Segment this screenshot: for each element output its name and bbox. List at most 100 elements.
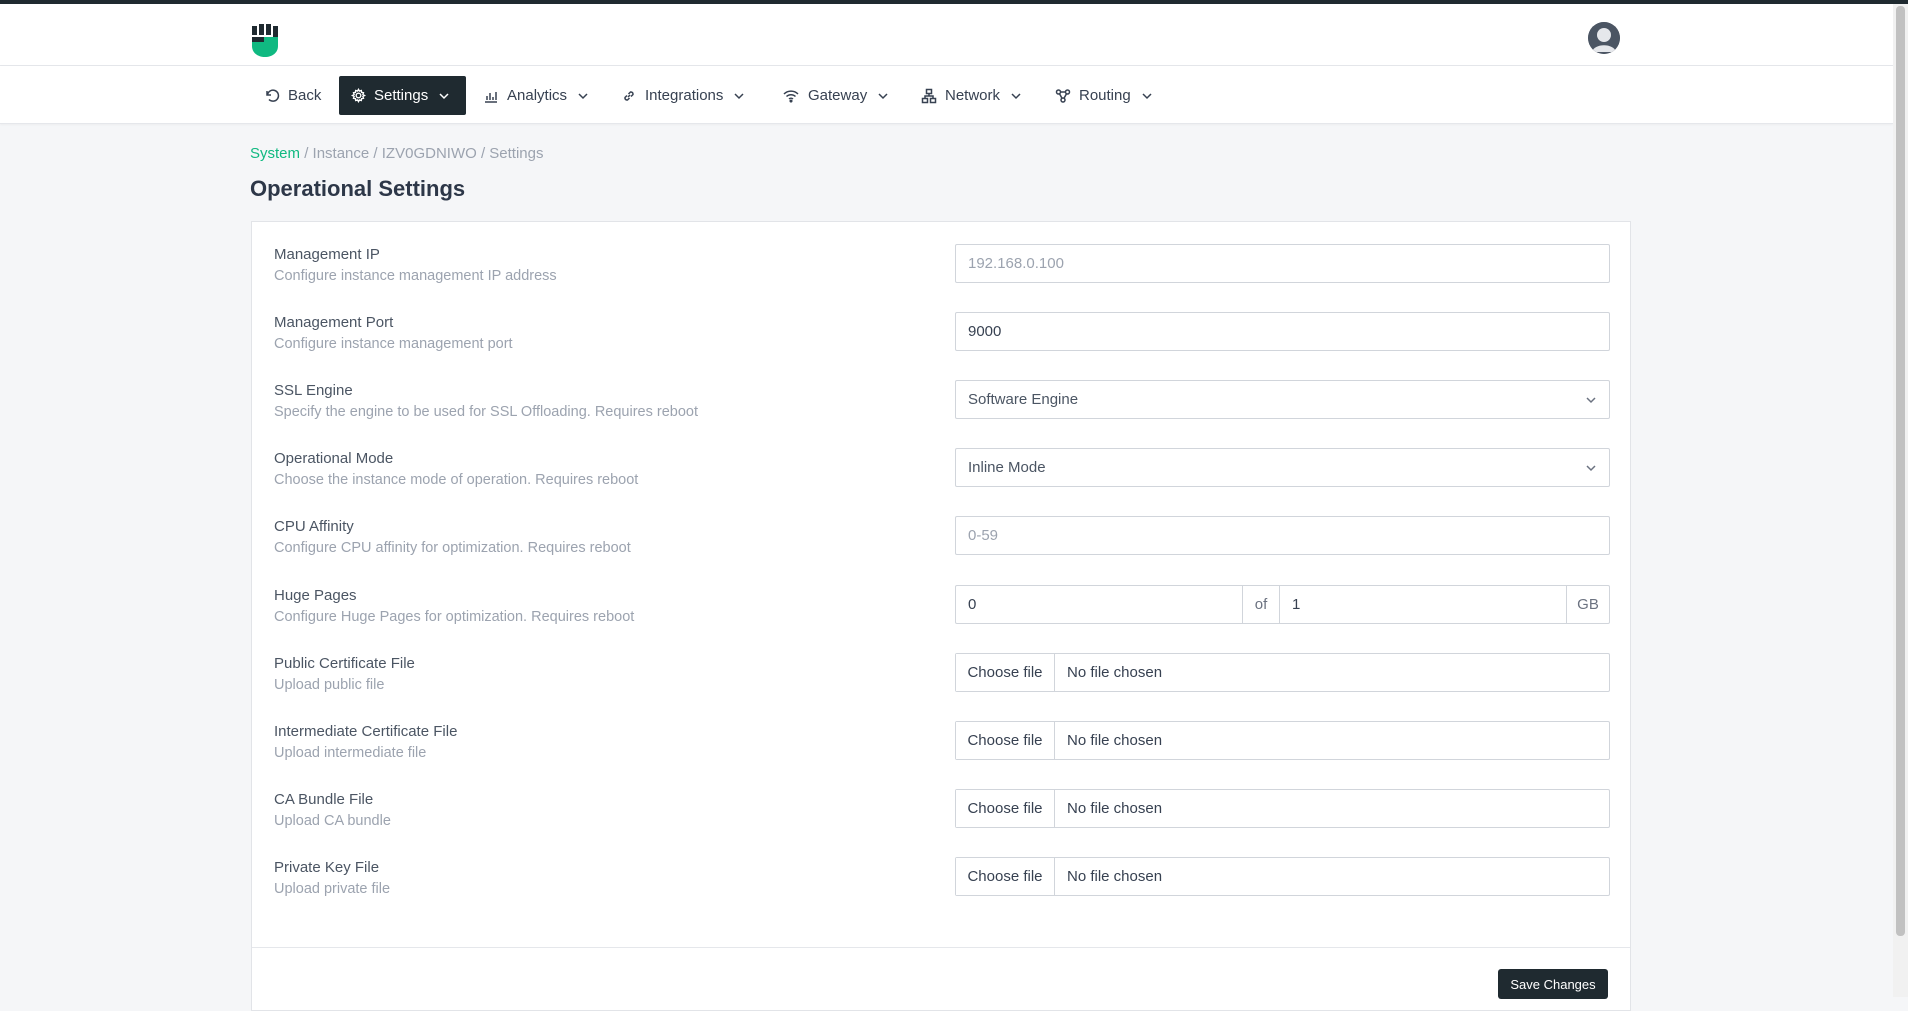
page-scrollbar[interactable] (1893, 4, 1908, 997)
huge-pages-total-input[interactable] (1280, 586, 1566, 623)
row-intermediate-cert: Intermediate Certificate File Upload int… (274, 721, 1610, 777)
save-changes-button[interactable]: Save Changes (1498, 969, 1608, 999)
nav-routing-label: Routing (1079, 87, 1131, 104)
chevron-down-icon (734, 92, 744, 99)
ssl-engine-select[interactable]: Software Engine (955, 380, 1610, 419)
ca-bundle-label: CA Bundle File (274, 791, 374, 808)
intermediate-cert-status: No file chosen (1067, 732, 1163, 749)
ca-bundle-desc: Upload CA bundle (274, 813, 391, 829)
intermediate-cert-choose-button[interactable]: Choose file (956, 722, 1055, 759)
huge-pages-of: of (1243, 586, 1280, 623)
operational-mode-desc: Choose the instance mode of operation. R… (274, 472, 639, 488)
link-icon (624, 90, 634, 101)
nav-integrations[interactable]: Integrations (609, 76, 757, 115)
huge-pages-desc: Configure Huge Pages for optimization. R… (274, 609, 635, 625)
intermediate-cert-desc: Upload intermediate file (274, 745, 427, 761)
chevron-down-icon (578, 92, 588, 99)
nav-integrations-label: Integrations (645, 87, 724, 104)
cpu-affinity-label: CPU Affinity (274, 518, 354, 535)
public-cert-label: Public Certificate File (274, 655, 415, 672)
huge-pages-group: of GB (955, 585, 1610, 624)
chevron-down-icon (1586, 464, 1596, 471)
row-ca-bundle: CA Bundle File Upload CA bundle Choose f… (274, 789, 1610, 845)
row-operational-mode: Operational Mode Choose the instance mod… (274, 448, 1610, 504)
chevron-down-icon (1586, 396, 1596, 403)
network-icon (921, 88, 937, 103)
row-private-key: Private Key File Upload private file Cho… (274, 857, 1610, 913)
row-management-port: Management Port Configure instance manag… (274, 312, 1610, 368)
nav-network-label: Network (945, 87, 1001, 104)
undo-icon (266, 88, 280, 102)
breadcrumb-system[interactable]: System (250, 145, 300, 162)
card-divider (252, 947, 1630, 948)
private-key-choose-button[interactable]: Choose file (956, 858, 1055, 895)
nav-routing[interactable]: Routing (1043, 76, 1165, 115)
nav-back-label: Back (288, 87, 322, 104)
page-title: Operational Settings (250, 176, 466, 201)
nav-back[interactable]: Back (252, 76, 333, 115)
ca-bundle-choose-button[interactable]: Choose file (956, 790, 1055, 827)
nav-settings[interactable]: Settings (339, 76, 466, 115)
breadcrumb: System / Instance / IZV0GDNIWO / Setting… (250, 145, 544, 162)
public-cert-file-input: Choose file No file chosen (955, 653, 1610, 692)
analytics-icon (485, 91, 497, 103)
cpu-affinity-input[interactable] (956, 517, 1609, 554)
fist-logo-icon[interactable] (250, 24, 280, 58)
wifi-icon (783, 89, 799, 103)
nav-gateway-label: Gateway (808, 87, 868, 104)
management-ip-field (955, 244, 1610, 283)
row-huge-pages: Huge Pages Configure Huge Pages for opti… (274, 585, 1610, 641)
routing-icon (1055, 88, 1071, 103)
cpu-affinity-field (955, 516, 1610, 555)
operational-mode-label: Operational Mode (274, 450, 394, 467)
breadcrumb-instance: Instance (312, 145, 370, 162)
row-public-cert: Public Certificate File Upload public fi… (274, 653, 1610, 709)
private-key-file-input: Choose file No file chosen (955, 857, 1610, 896)
cpu-affinity-desc: Configure CPU affinity for optimization.… (274, 540, 631, 556)
huge-pages-input[interactable] (956, 586, 1242, 623)
management-port-input[interactable] (956, 313, 1609, 350)
breadcrumb-separator: / (480, 145, 486, 162)
scrollbar-thumb[interactable] (1896, 6, 1905, 936)
management-port-desc: Configure instance management port (274, 336, 513, 352)
private-key-desc: Upload private file (274, 881, 391, 897)
ssl-engine-label: SSL Engine (274, 382, 353, 399)
breadcrumb-separator: / (373, 145, 378, 162)
public-cert-desc: Upload public file (274, 677, 385, 693)
huge-pages-unit: GB (1577, 596, 1599, 613)
user-avatar-icon[interactable] (1588, 22, 1620, 54)
chevron-down-icon (1142, 92, 1152, 99)
operational-mode-value: Inline Mode (968, 459, 1046, 476)
private-key-status: No file chosen (1067, 868, 1163, 885)
management-ip-label: Management IP (274, 246, 380, 263)
gear-icon (351, 88, 366, 103)
breadcrumb-settings: Settings (489, 145, 544, 162)
nav-gateway[interactable]: Gateway (770, 76, 901, 115)
breadcrumb-instance-id: IZV0GDNIWO (381, 145, 477, 162)
intermediate-cert-label: Intermediate Certificate File (274, 723, 458, 740)
private-key-label: Private Key File (274, 859, 380, 876)
chevron-down-icon (439, 92, 449, 99)
settings-card: Management IP Configure instance managem… (251, 221, 1631, 1011)
ca-bundle-file-input: Choose file No file chosen (955, 789, 1610, 828)
huge-pages-label: Huge Pages (274, 587, 357, 604)
chevron-down-icon (1011, 92, 1021, 99)
nav-analytics[interactable]: Analytics (471, 76, 601, 115)
ssl-engine-value: Software Engine (968, 391, 1079, 408)
chevron-down-icon (878, 92, 888, 99)
management-ip-input[interactable] (956, 245, 1609, 282)
public-cert-choose-button[interactable]: Choose file (956, 654, 1055, 691)
row-ssl-engine: SSL Engine Specify the engine to be used… (274, 380, 1610, 436)
breadcrumb-separator: / (304, 145, 309, 162)
nav-network[interactable]: Network (909, 76, 1034, 115)
management-ip-desc: Configure instance management IP address (274, 268, 557, 284)
row-management-ip: Management IP Configure instance managem… (274, 244, 1610, 300)
main-nav: Back Settings Analytics Integrations Gat… (0, 66, 1893, 124)
nav-settings-label: Settings (374, 87, 429, 104)
management-port-label: Management Port (274, 314, 394, 331)
public-cert-status: No file chosen (1067, 664, 1163, 681)
nav-analytics-label: Analytics (507, 87, 568, 104)
management-port-field (955, 312, 1610, 351)
ca-bundle-status: No file chosen (1067, 800, 1163, 817)
operational-mode-select[interactable]: Inline Mode (955, 448, 1610, 487)
